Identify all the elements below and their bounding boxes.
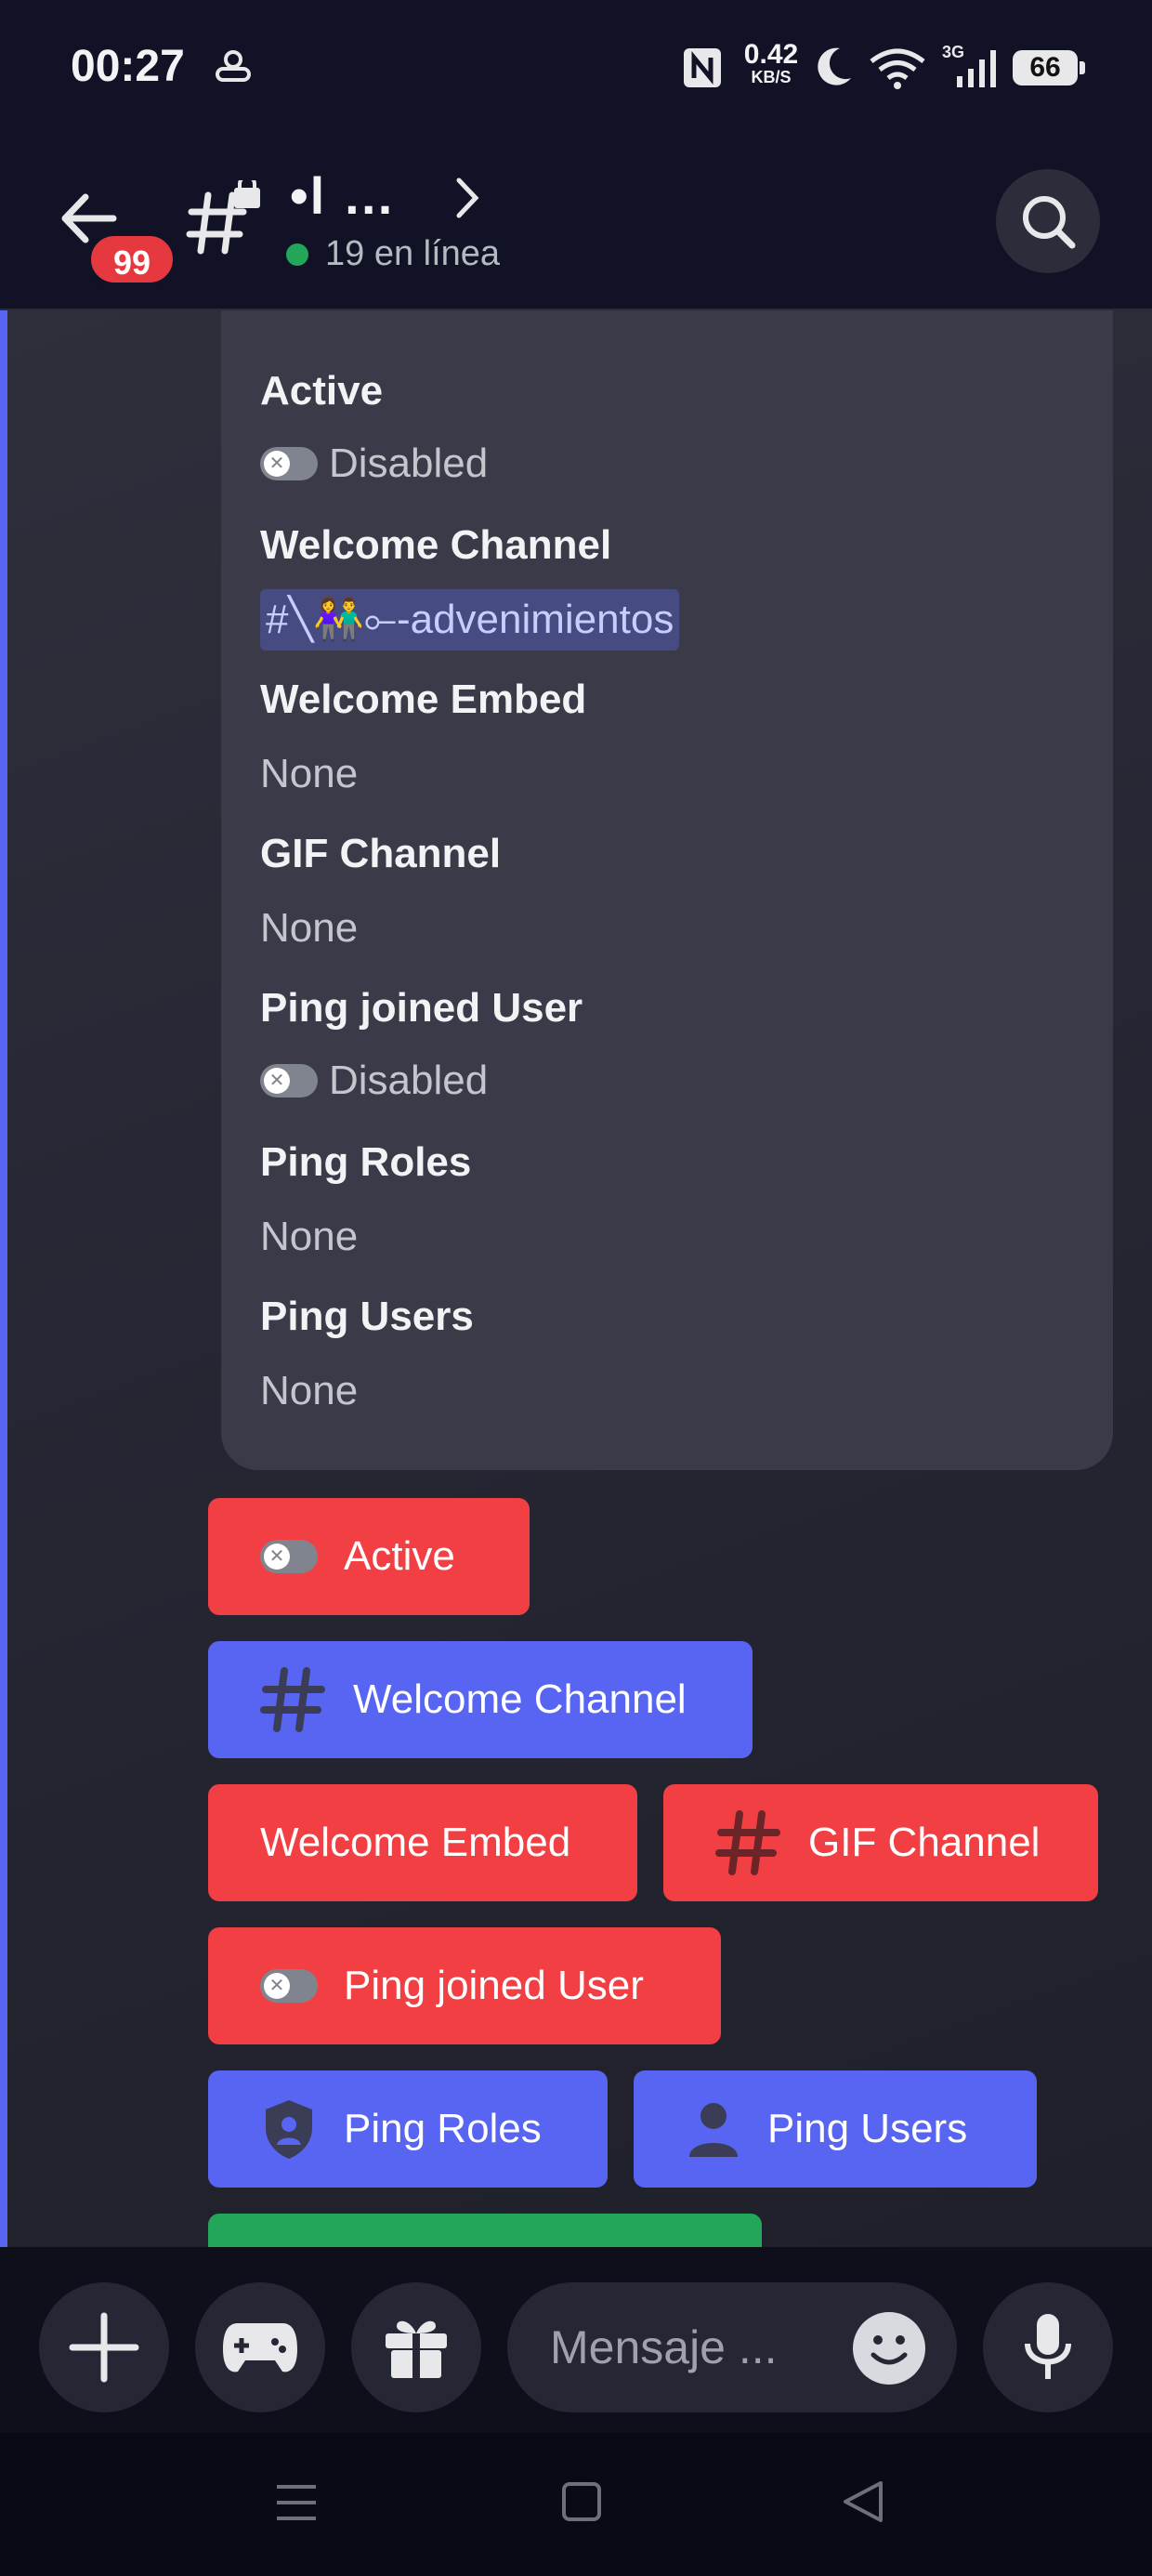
shield-user-icon [266, 2100, 312, 2159]
emoji-icon[interactable] [853, 2312, 925, 2385]
message-area[interactable]: Active ✕ Disabled Welcome Channel #╲👫⟜-a… [0, 310, 1152, 2247]
field-value-welcome-embed: None [260, 751, 359, 796]
toggle-off-icon: ✕ [260, 1540, 318, 1573]
channel-mention[interactable]: #╲👫⟜-advenimientos [260, 589, 680, 651]
hash-icon [715, 1810, 780, 1875]
home-icon[interactable] [561, 2481, 602, 2522]
gift-button[interactable] [351, 2282, 481, 2412]
gif-channel-button[interactable]: GIF Channel [663, 1784, 1098, 1901]
voice-message-button[interactable] [983, 2282, 1113, 2412]
welcome-embed-button[interactable]: Welcome Embed [208, 1784, 637, 1901]
back-icon[interactable] [842, 2479, 884, 2524]
moon-icon [818, 47, 851, 85]
message-accent-bar [0, 310, 7, 2247]
plus-icon [69, 2312, 139, 2383]
system-nav-bar [0, 2433, 1152, 2576]
server-name[interactable]: •l … [290, 165, 397, 226]
hash-icon [260, 1667, 325, 1732]
field-value-ping-users: None [260, 1368, 359, 1413]
toggle-off-icon: ✕ [260, 1064, 318, 1097]
partially-visible-green-button[interactable] [208, 2214, 762, 2247]
ping-roles-button[interactable]: Ping Roles [208, 2070, 608, 2188]
nfc-icon [684, 48, 721, 87]
wifi-icon [870, 48, 925, 89]
online-dot [286, 243, 308, 266]
menu-icon[interactable] [275, 2481, 318, 2524]
bluetooth-tag-icon [216, 50, 251, 82]
field-name-ping-joined-user: Ping joined User [260, 985, 583, 1031]
microphone-icon [1025, 2314, 1071, 2379]
search-button[interactable] [996, 169, 1100, 273]
field-name-welcome-channel: Welcome Channel [260, 522, 612, 568]
field-name-active: Active [260, 368, 384, 414]
gamepad-icon [223, 2323, 297, 2372]
net-speed: 0.42 KB/S [743, 39, 799, 86]
welcome-channel-button[interactable]: Welcome Channel [208, 1641, 753, 1758]
toggle-off-icon: ✕ [260, 1969, 318, 2003]
field-name-welcome-embed: Welcome Embed [260, 677, 587, 722]
channel-header: 99 •l … 19 en línea [0, 139, 1152, 310]
user-icon [689, 2103, 738, 2157]
field-name-ping-roles: Ping Roles [260, 1139, 472, 1185]
toggle-off-icon: ✕ [260, 447, 318, 480]
signal-icon [957, 50, 996, 87]
chevron-right-icon[interactable] [452, 175, 481, 221]
unread-badge: 99 [87, 232, 177, 286]
field-value-ping-roles: None [260, 1214, 359, 1259]
clock: 00:27 [71, 42, 185, 91]
status-bar: 00:27 0.42 KB/S 3G 66 [0, 0, 1152, 139]
search-icon [1023, 196, 1076, 249]
field-name-ping-users: Ping Users [260, 1294, 474, 1339]
activities-button[interactable] [195, 2282, 325, 2412]
locked-channel-icon [186, 180, 260, 255]
gift-icon [386, 2320, 447, 2378]
smile-face-icon [871, 2335, 908, 2365]
online-count: 19 en línea [325, 234, 501, 273]
active-button[interactable]: ✕ Active [208, 1498, 530, 1615]
battery-icon: 66 [1013, 50, 1085, 85]
field-value-ping-joined-user: ✕ Disabled [260, 1058, 488, 1104]
field-value-active: ✕ Disabled [260, 440, 488, 487]
ping-users-button[interactable]: Ping Users [634, 2070, 1037, 2188]
message-composer: Mensaje ... [0, 2247, 1152, 2433]
field-name-gif-channel: GIF Channel [260, 831, 502, 876]
ping-joined-user-button[interactable]: ✕ Ping joined User [208, 1927, 721, 2044]
add-attachment-button[interactable] [39, 2282, 169, 2412]
field-value-gif-channel: None [260, 905, 359, 951]
